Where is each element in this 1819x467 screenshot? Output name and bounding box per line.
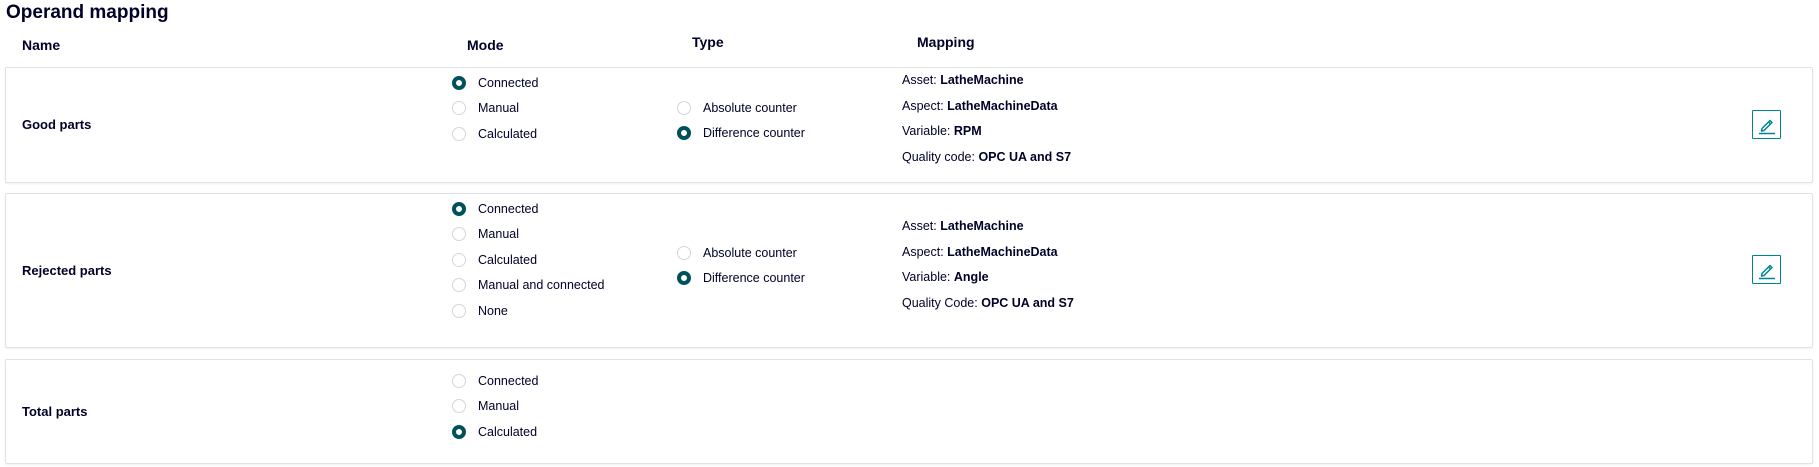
column-header-name: Name xyxy=(22,37,61,53)
mapping-aspect: Aspect: LatheMachineData xyxy=(902,98,1058,113)
type-option-difference-counter[interactable]: Difference counter xyxy=(677,121,805,147)
radio-button[interactable] xyxy=(452,201,466,216)
radio-button[interactable] xyxy=(452,424,466,439)
radio-button[interactable] xyxy=(452,75,466,90)
radio-button[interactable] xyxy=(452,278,466,293)
type-option-label: Absolute counter xyxy=(703,245,797,260)
mode-option-manual-and-connected[interactable]: Manual and connected xyxy=(452,273,604,299)
type-option-absolute-counter[interactable]: Absolute counter xyxy=(677,95,805,121)
mapping-quality-code: Quality Code: OPC UA and S7 xyxy=(902,295,1074,310)
mode-option-connected[interactable]: Connected xyxy=(452,196,604,222)
radio-button[interactable] xyxy=(452,303,466,318)
pencil-icon xyxy=(1758,119,1775,134)
radio-button[interactable] xyxy=(452,252,466,267)
mapping-variable: Variable: Angle xyxy=(902,270,989,284)
operand-row-total-parts: Total parts Connected Manual Calculated xyxy=(5,359,1813,464)
mapping-value: OPC UA and S7 xyxy=(978,149,1072,164)
type-option-label: Absolute counter xyxy=(703,100,797,115)
column-header-mapping: Mapping xyxy=(917,34,975,50)
mapping-value: RPM xyxy=(953,124,982,138)
mode-option-calculated[interactable]: Calculated xyxy=(452,247,604,273)
radio-button[interactable] xyxy=(452,126,466,141)
page-title: Operand mapping xyxy=(6,2,169,23)
operand-name: Total parts xyxy=(22,404,88,419)
mode-option-label: Manual xyxy=(478,101,519,116)
operand-name: Good parts xyxy=(22,117,92,132)
mapping-value: LatheMachine xyxy=(940,219,1024,233)
operand-row-rejected-parts: Rejected parts Connected Manual Calculat… xyxy=(5,193,1813,348)
edit-mapping-button[interactable] xyxy=(1752,255,1781,284)
radio-button[interactable] xyxy=(452,399,466,414)
mode-option-label: Manual xyxy=(478,399,519,414)
mode-option-label: Manual and connected xyxy=(478,278,605,293)
mode-radio-group: Connected Manual Calculated xyxy=(452,368,538,445)
mapping-value: LatheMachineData xyxy=(947,244,1058,259)
mapping-asset: Asset: LatheMachine xyxy=(902,73,1024,87)
mode-option-connected[interactable]: Connected xyxy=(452,368,538,394)
column-header-mode: Mode xyxy=(467,37,504,53)
mode-radio-group: Connected Manual Calculated xyxy=(452,70,538,147)
mode-option-manual[interactable]: Manual xyxy=(452,394,538,420)
mode-option-calculated[interactable]: Calculated xyxy=(452,121,538,147)
radio-button[interactable] xyxy=(452,101,466,116)
mode-option-calculated[interactable]: Calculated xyxy=(452,419,538,445)
mapping-value: Angle xyxy=(953,270,989,284)
operand-row-good-parts: Good parts Connected Manual Calculated A… xyxy=(5,67,1813,183)
mode-option-label: Connected xyxy=(478,201,539,216)
radio-button[interactable] xyxy=(677,245,691,260)
mode-option-label: Calculated xyxy=(478,252,538,267)
mode-option-label: Calculated xyxy=(478,424,538,439)
mode-option-connected[interactable]: Connected xyxy=(452,70,538,96)
mode-option-label: Manual xyxy=(478,227,519,242)
type-option-difference-counter[interactable]: Difference counter xyxy=(677,266,805,292)
mapping-value: LatheMachineData xyxy=(947,98,1058,113)
mapping-value: LatheMachine xyxy=(940,73,1024,87)
radio-button[interactable] xyxy=(677,126,691,141)
radio-button[interactable] xyxy=(677,271,691,286)
radio-button[interactable] xyxy=(452,227,466,242)
mapping-details: Asset: LatheMachine Aspect: LatheMachine… xyxy=(902,68,1071,170)
mode-option-none[interactable]: None xyxy=(452,298,604,324)
mode-option-manual[interactable]: Manual xyxy=(452,222,604,248)
type-option-label: Difference counter xyxy=(703,126,805,141)
mapping-aspect: Aspect: LatheMachineData xyxy=(902,244,1058,259)
operand-name: Rejected parts xyxy=(22,263,112,278)
mode-option-label: Connected xyxy=(478,373,539,388)
radio-button[interactable] xyxy=(677,100,691,115)
mapping-details: Asset: LatheMachine Aspect: LatheMachine… xyxy=(902,214,1074,316)
mapping-asset: Asset: LatheMachine xyxy=(902,219,1024,233)
mapping-quality-code: Quality code: OPC UA and S7 xyxy=(902,149,1072,164)
mode-radio-group: Connected Manual Calculated Manual and c… xyxy=(452,196,604,324)
edit-mapping-button[interactable] xyxy=(1752,110,1781,139)
mode-option-label: None xyxy=(478,303,508,318)
column-header-type: Type xyxy=(692,34,724,50)
mapping-variable: Variable: RPM xyxy=(902,124,982,138)
type-radio-group: Absolute counter Difference counter xyxy=(677,95,805,146)
mode-option-label: Connected xyxy=(478,75,539,90)
type-option-label: Difference counter xyxy=(703,271,805,286)
mapping-value: OPC UA and S7 xyxy=(981,295,1074,310)
radio-button[interactable] xyxy=(452,373,466,388)
pencil-icon xyxy=(1758,264,1775,279)
type-option-absolute-counter[interactable]: Absolute counter xyxy=(677,240,805,266)
mode-option-manual[interactable]: Manual xyxy=(452,96,538,122)
mode-option-label: Calculated xyxy=(478,126,538,141)
type-radio-group: Absolute counter Difference counter xyxy=(677,240,805,291)
